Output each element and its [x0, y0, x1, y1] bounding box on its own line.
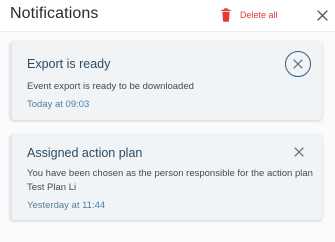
notification-title: Assigned action plan	[27, 146, 143, 160]
panel-title: Notifications	[10, 5, 99, 22]
notification-time: Today at 09:03	[27, 99, 90, 110]
dismiss-notification-button[interactable]	[291, 144, 307, 160]
notifications-panel: Notifications Delete all Export is ready…	[0, 0, 335, 242]
notification-body: Event export is ready to be downloaded	[27, 81, 194, 92]
close-icon	[294, 147, 304, 157]
notification-card[interactable]: Export is ready Event export is ready to…	[10, 41, 322, 120]
close-icon	[293, 59, 303, 69]
notification-time: Yesterday at 11:44	[27, 200, 106, 211]
delete-all-label: Delete all	[240, 10, 278, 20]
notification-title: Export is ready	[27, 57, 111, 71]
close-icon	[316, 9, 328, 21]
notification-card[interactable]: Assigned action plan You have been chose…	[10, 134, 322, 220]
delete-all-button[interactable]: Delete all	[220, 8, 278, 22]
close-panel-button[interactable]	[314, 7, 330, 23]
notifications-header: Notifications Delete all	[0, 0, 335, 32]
notification-body: You have been chosen as the person respo…	[27, 168, 313, 193]
trash-icon	[220, 8, 232, 22]
dismiss-notification-button[interactable]	[285, 51, 311, 77]
